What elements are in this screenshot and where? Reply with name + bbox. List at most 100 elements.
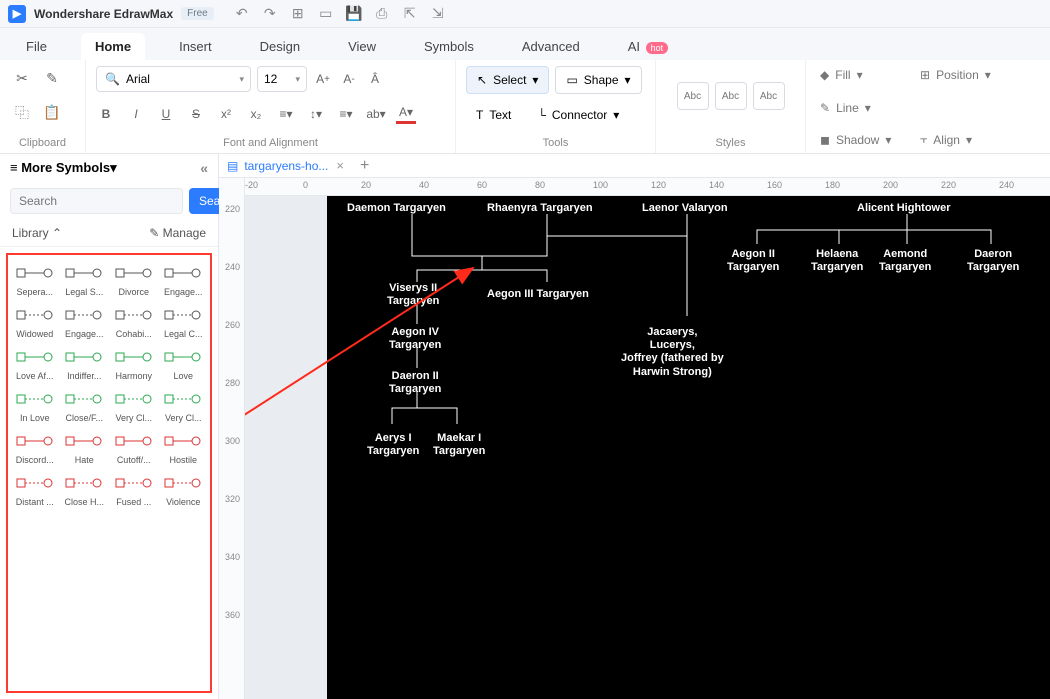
symbol-11[interactable]: Love xyxy=(159,343,209,383)
connector-tool[interactable]: └ Connector ▾ xyxy=(527,101,629,129)
increase-size-icon[interactable]: A+ xyxy=(313,69,333,89)
symbol-13[interactable]: Close/F... xyxy=(60,385,110,425)
menu-design[interactable]: Design xyxy=(246,33,314,60)
node-daemon[interactable]: Daemon Targaryen xyxy=(347,202,446,215)
node-viserys2[interactable]: Viserys II Targaryen xyxy=(387,282,439,308)
format-painter-icon[interactable]: ✎ xyxy=(40,66,64,90)
line-spacing-icon[interactable]: ↕▾ xyxy=(306,104,326,124)
node-daeron[interactable]: Daeron Targaryen xyxy=(967,248,1019,274)
manage-link[interactable]: ✎ Manage xyxy=(149,226,206,240)
new-icon[interactable]: ⊞ xyxy=(290,6,306,22)
bold-icon[interactable]: B xyxy=(96,104,116,124)
document-tab[interactable]: ▤ targaryens-ho... xyxy=(227,159,328,173)
clipboard-label: Clipboard xyxy=(10,135,75,149)
shape-tool[interactable]: ▭ Shape ▾ xyxy=(555,66,641,94)
save-icon[interactable]: 💾 xyxy=(346,6,362,22)
node-maekar1[interactable]: Maekar I Targaryen xyxy=(433,432,485,458)
canvas[interactable]: Daemon Targaryen Rhaenyra Targaryen Laen… xyxy=(245,196,1050,699)
font-color-icon[interactable]: A▾ xyxy=(396,104,416,124)
menu-insert[interactable]: Insert xyxy=(165,33,226,60)
symbol-6[interactable]: Cohabi... xyxy=(109,301,159,341)
export-icon[interactable]: ⇱ xyxy=(402,6,418,22)
symbol-16[interactable]: Discord... xyxy=(10,427,60,467)
clear-format-icon[interactable]: Â xyxy=(365,69,385,89)
undo-icon[interactable]: ↶ xyxy=(234,6,250,22)
node-daeron2[interactable]: Daeron II Targaryen xyxy=(389,370,441,396)
node-aegon3[interactable]: Aegon III Targaryen xyxy=(487,288,589,301)
symbol-2[interactable]: Divorce xyxy=(109,259,159,299)
node-aegon4[interactable]: Aegon IV Targaryen xyxy=(389,326,441,352)
canvas-page: Daemon Targaryen Rhaenyra Targaryen Laen… xyxy=(327,196,1050,699)
copy-icon[interactable]: ⿻ xyxy=(10,101,34,125)
symbol-15[interactable]: Very Cl... xyxy=(159,385,209,425)
symbol-search-input[interactable] xyxy=(10,188,183,214)
subscript-icon[interactable]: x₂ xyxy=(246,104,266,124)
style-swatch-1[interactable]: Abc xyxy=(677,82,709,110)
tab-add-icon[interactable]: + xyxy=(360,157,369,175)
symbol-14[interactable]: Very Cl... xyxy=(109,385,159,425)
symbol-4[interactable]: Widowed xyxy=(10,301,60,341)
node-laenor-note[interactable]: Jacaerys, Lucerys, Joffrey (fathered by … xyxy=(621,326,724,379)
superscript-icon[interactable]: x² xyxy=(216,104,236,124)
print-icon[interactable]: ⎙ xyxy=(374,6,390,22)
font-family-select[interactable]: 🔍Arial▾ xyxy=(96,66,251,92)
italic-icon[interactable]: I xyxy=(126,104,146,124)
cut-icon[interactable]: ✂ xyxy=(10,66,34,90)
symbol-3[interactable]: Engage... xyxy=(159,259,209,299)
decrease-size-icon[interactable]: A- xyxy=(339,69,359,89)
strike-icon[interactable]: S xyxy=(186,104,206,124)
symbol-23[interactable]: Violence xyxy=(159,469,209,509)
node-helaena[interactable]: Helaena Targaryen xyxy=(811,248,863,274)
more-symbols-dropdown[interactable]: ≡ More Symbols▾ xyxy=(10,160,117,176)
symbol-9[interactable]: Indiffer... xyxy=(60,343,110,383)
menu-home[interactable]: Home xyxy=(81,33,145,60)
symbol-5[interactable]: Engage... xyxy=(60,301,110,341)
node-aerys1[interactable]: Aerys I Targaryen xyxy=(367,432,419,458)
menu-view[interactable]: View xyxy=(334,33,390,60)
symbol-21[interactable]: Close H... xyxy=(60,469,110,509)
library-toggle[interactable]: Library ⌃ xyxy=(12,226,62,240)
font-size-select[interactable]: 12▾ xyxy=(257,66,307,92)
symbol-12[interactable]: In Love xyxy=(10,385,60,425)
align-button[interactable]: ⫟ Align ▾ xyxy=(916,130,1006,149)
symbol-1[interactable]: Legal S... xyxy=(60,259,110,299)
align-icon[interactable]: ≡▾ xyxy=(336,104,356,124)
select-tool[interactable]: ↖ Select ▾ xyxy=(466,66,549,94)
share-icon[interactable]: ⇲ xyxy=(430,6,446,22)
position-button[interactable]: ⊞ Position ▾ xyxy=(916,66,1006,84)
symbol-7[interactable]: Legal C... xyxy=(159,301,209,341)
text-tool[interactable]: T Text xyxy=(466,101,521,129)
symbol-18[interactable]: Cutoff/... xyxy=(109,427,159,467)
style-swatch-3[interactable]: Abc xyxy=(753,82,785,110)
node-laenor[interactable]: Laenor Valaryon xyxy=(642,202,728,215)
menu-symbols[interactable]: Symbols xyxy=(410,33,488,60)
node-aemond[interactable]: Aemond Targaryen xyxy=(879,248,931,274)
style-swatch-2[interactable]: Abc xyxy=(715,82,747,110)
line-button[interactable]: ✎ Line ▾ xyxy=(816,99,896,117)
highlight-icon[interactable]: ab▾ xyxy=(366,104,386,124)
open-icon[interactable]: ▭ xyxy=(318,6,334,22)
node-rhaenyra[interactable]: Rhaenyra Targaryen xyxy=(487,202,593,215)
symbol-search-row: Search xyxy=(0,182,218,220)
tab-close-icon[interactable]: × xyxy=(336,158,344,173)
symbol-20[interactable]: Distant ... xyxy=(10,469,60,509)
menu-ai[interactable]: AI hot xyxy=(614,33,682,60)
symbol-19[interactable]: Hostile xyxy=(159,427,209,467)
symbol-22[interactable]: Fused ... xyxy=(109,469,159,509)
fill-button[interactable]: ◆ Fill ▾ xyxy=(816,66,896,84)
collapse-panel-icon[interactable]: « xyxy=(200,160,208,176)
bullets-icon[interactable]: ≡▾ xyxy=(276,104,296,124)
shadow-button[interactable]: ◼ Shadow ▾ xyxy=(816,131,896,149)
menu-advanced[interactable]: Advanced xyxy=(508,33,594,60)
symbol-10[interactable]: Harmony xyxy=(109,343,159,383)
symbol-0[interactable]: Sepera... xyxy=(10,259,60,299)
doc-icon: ▤ xyxy=(227,159,238,173)
menu-file[interactable]: File xyxy=(12,33,61,60)
symbol-8[interactable]: Love Af... xyxy=(10,343,60,383)
paste-icon[interactable]: 📋 xyxy=(40,101,64,125)
node-alicent[interactable]: Alicent Hightower xyxy=(857,202,951,215)
underline-icon[interactable]: U xyxy=(156,104,176,124)
node-aegon2[interactable]: Aegon II Targaryen xyxy=(727,248,779,274)
symbol-17[interactable]: Hate xyxy=(60,427,110,467)
redo-icon[interactable]: ↷ xyxy=(262,6,278,22)
